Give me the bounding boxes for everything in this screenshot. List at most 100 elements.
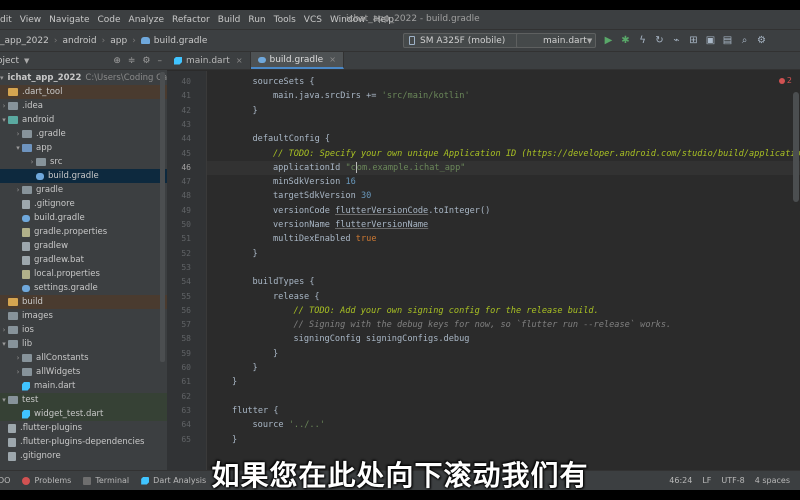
menu-refactor[interactable]: Refactor bbox=[168, 15, 214, 25]
run-icon[interactable]: ▶ bbox=[603, 35, 614, 46]
chevron-right-icon[interactable]: › bbox=[14, 130, 22, 138]
menu-tools[interactable]: Tools bbox=[270, 15, 300, 25]
tree-item[interactable]: gradlew bbox=[0, 239, 167, 253]
tree-item[interactable]: main.dart bbox=[0, 379, 167, 393]
tree-item[interactable]: .flutter-plugins bbox=[0, 421, 167, 435]
code-area[interactable]: 40 sourceSets {41 main.java.srcDirs += 'sr… bbox=[181, 71, 800, 470]
close-icon[interactable]: × bbox=[236, 56, 243, 65]
tree-item[interactable]: widget_test.dart bbox=[0, 407, 167, 421]
code-line[interactable]: 62 bbox=[181, 390, 800, 404]
tree-item[interactable]: › allWidgets bbox=[0, 365, 167, 379]
tree-item[interactable]: build bbox=[0, 295, 167, 309]
close-icon[interactable]: × bbox=[329, 55, 336, 64]
devtools-icon[interactable]: ⊞ bbox=[688, 35, 699, 46]
chevron-right-icon[interactable]: › bbox=[14, 186, 22, 194]
breadcrumb-project[interactable]: _app_2022 bbox=[0, 36, 49, 46]
code-line[interactable]: 64 source '../..' bbox=[181, 418, 800, 432]
code-line[interactable]: 52} bbox=[181, 247, 800, 261]
menu-vcs[interactable]: VCS bbox=[300, 15, 326, 25]
code-line[interactable]: 41 main.java.srcDirs += 'src/main/kotlin' bbox=[181, 89, 800, 103]
tree-item[interactable]: ▾ test bbox=[0, 393, 167, 407]
code-line[interactable]: 54 buildTypes { bbox=[181, 275, 800, 289]
chevron-down-icon[interactable]: ▾ bbox=[0, 116, 8, 124]
chevron-right-icon[interactable]: › bbox=[14, 354, 22, 362]
editor-scrollbar[interactable] bbox=[793, 92, 799, 202]
chevron-right-icon[interactable]: › bbox=[0, 102, 8, 110]
run-config-selector[interactable]: main.dart ▼ bbox=[516, 33, 596, 48]
code-line[interactable]: 59} bbox=[181, 347, 800, 361]
menu-build[interactable]: Build bbox=[214, 15, 245, 25]
hot-reload-icon[interactable]: ϟ bbox=[637, 35, 648, 46]
code-line[interactable]: 50 versionName flutterVersionName bbox=[181, 218, 800, 232]
code-line[interactable]: 49 versionCode flutterVersionCode.toInteg… bbox=[181, 204, 800, 218]
code-line[interactable]: 51 multiDexEnabled true bbox=[181, 232, 800, 246]
tab-main-dart[interactable]: main.dart × bbox=[167, 52, 251, 69]
breadcrumb-app[interactable]: app bbox=[110, 36, 127, 46]
tree-item[interactable]: .dart_tool bbox=[0, 85, 167, 99]
menu-analyze[interactable]: Analyze bbox=[125, 15, 168, 25]
code-line[interactable]: 47 minSdkVersion 16 bbox=[181, 175, 800, 189]
tree-item[interactable]: local.properties bbox=[0, 267, 167, 281]
project-scrollbar[interactable] bbox=[160, 72, 165, 362]
code-line[interactable]: 43 bbox=[181, 118, 800, 132]
menu-edit[interactable]: dit bbox=[0, 15, 16, 25]
tree-item[interactable]: ▾ichat_app_2022C:\Users\Coding Cafe\Desk bbox=[0, 71, 167, 85]
tree-item[interactable]: › ios bbox=[0, 323, 167, 337]
gear-icon[interactable]: ⚙ bbox=[142, 56, 150, 66]
breadcrumb-file[interactable]: build.gradle bbox=[154, 36, 208, 46]
tree-item[interactable]: build.gradle bbox=[0, 211, 167, 225]
code-line[interactable]: 61} bbox=[181, 375, 800, 389]
chevron-down-icon[interactable]: ▾ bbox=[0, 396, 8, 404]
code-line[interactable]: 63 flutter { bbox=[181, 404, 800, 418]
code-line[interactable]: 58 signingConfig signingConfigs.debug bbox=[181, 332, 800, 346]
debug-icon[interactable]: ✱ bbox=[620, 35, 631, 46]
code-line[interactable]: 48 targetSdkVersion 30 bbox=[181, 189, 800, 203]
menu-view[interactable]: View bbox=[16, 15, 45, 25]
attach-icon[interactable]: ⌁ bbox=[671, 35, 682, 46]
menu-run[interactable]: Run bbox=[244, 15, 269, 25]
chevron-down-icon[interactable]: ▾ bbox=[0, 340, 8, 348]
tree-item[interactable]: › .idea bbox=[0, 99, 167, 113]
tree-item[interactable]: › .gradle bbox=[0, 127, 167, 141]
search-icon[interactable]: ⌕ bbox=[739, 35, 750, 46]
breadcrumb-android[interactable]: android bbox=[62, 36, 96, 46]
add-icon[interactable]: ⊕ bbox=[113, 56, 121, 66]
tree-item[interactable]: settings.gradle bbox=[0, 281, 167, 295]
chevron-down-icon[interactable]: ▾ bbox=[0, 74, 4, 82]
tree-item[interactable]: ▾ lib bbox=[0, 337, 167, 351]
minimize-icon[interactable]: – bbox=[158, 56, 163, 66]
code-line[interactable]: 57 // Signing with the debug keys for now… bbox=[181, 318, 800, 332]
tree-item[interactable]: gradlew.bat bbox=[0, 253, 167, 267]
code-line[interactable]: 45 // TODO: Specify your own unique Appli… bbox=[181, 147, 800, 161]
sdk-manager-icon[interactable]: ▣ bbox=[705, 35, 716, 46]
chevron-right-icon[interactable]: › bbox=[14, 368, 22, 376]
tree-item[interactable]: › gradle bbox=[0, 183, 167, 197]
code-line[interactable]: 40 sourceSets { bbox=[181, 75, 800, 89]
tree-item[interactable]: images bbox=[0, 309, 167, 323]
code-line[interactable]: 42} bbox=[181, 104, 800, 118]
chevron-right-icon[interactable]: › bbox=[0, 326, 8, 334]
settings-icon[interactable]: ⚙ bbox=[756, 35, 767, 46]
tree-item[interactable]: gradle.properties bbox=[0, 225, 167, 239]
tree-item[interactable]: ▾ app bbox=[0, 141, 167, 155]
avd-manager-icon[interactable]: ▤ bbox=[722, 35, 733, 46]
chevron-down-icon[interactable]: ▼ bbox=[24, 57, 29, 65]
menu-code[interactable]: Code bbox=[93, 15, 124, 25]
tree-item[interactable]: .gitignore bbox=[0, 197, 167, 211]
tree-item[interactable]: ▾ android bbox=[0, 113, 167, 127]
tree-item[interactable]: › src bbox=[0, 155, 167, 169]
collapse-icon[interactable]: ≑ bbox=[128, 56, 136, 66]
tree-item[interactable]: › allConstants bbox=[0, 351, 167, 365]
code-line[interactable]: 44 defaultConfig { bbox=[181, 132, 800, 146]
code-line[interactable]: 46 applicationId "com.example.ichat_app" bbox=[181, 160, 800, 175]
code-line[interactable]: 65} bbox=[181, 433, 800, 447]
code-line[interactable]: 53 bbox=[181, 261, 800, 275]
code-line[interactable]: 60} bbox=[181, 361, 800, 375]
menu-navigate[interactable]: Navigate bbox=[45, 15, 93, 25]
hot-restart-icon[interactable]: ↻ bbox=[654, 35, 665, 46]
tree-item[interactable]: .flutter-plugins-dependencies bbox=[0, 435, 167, 449]
error-indicator[interactable]: 2 bbox=[778, 76, 792, 85]
code-line[interactable]: 55 release { bbox=[181, 290, 800, 304]
project-view-selector[interactable]: oject bbox=[0, 56, 19, 66]
tab-build-gradle[interactable]: build.gradle × bbox=[250, 52, 344, 69]
